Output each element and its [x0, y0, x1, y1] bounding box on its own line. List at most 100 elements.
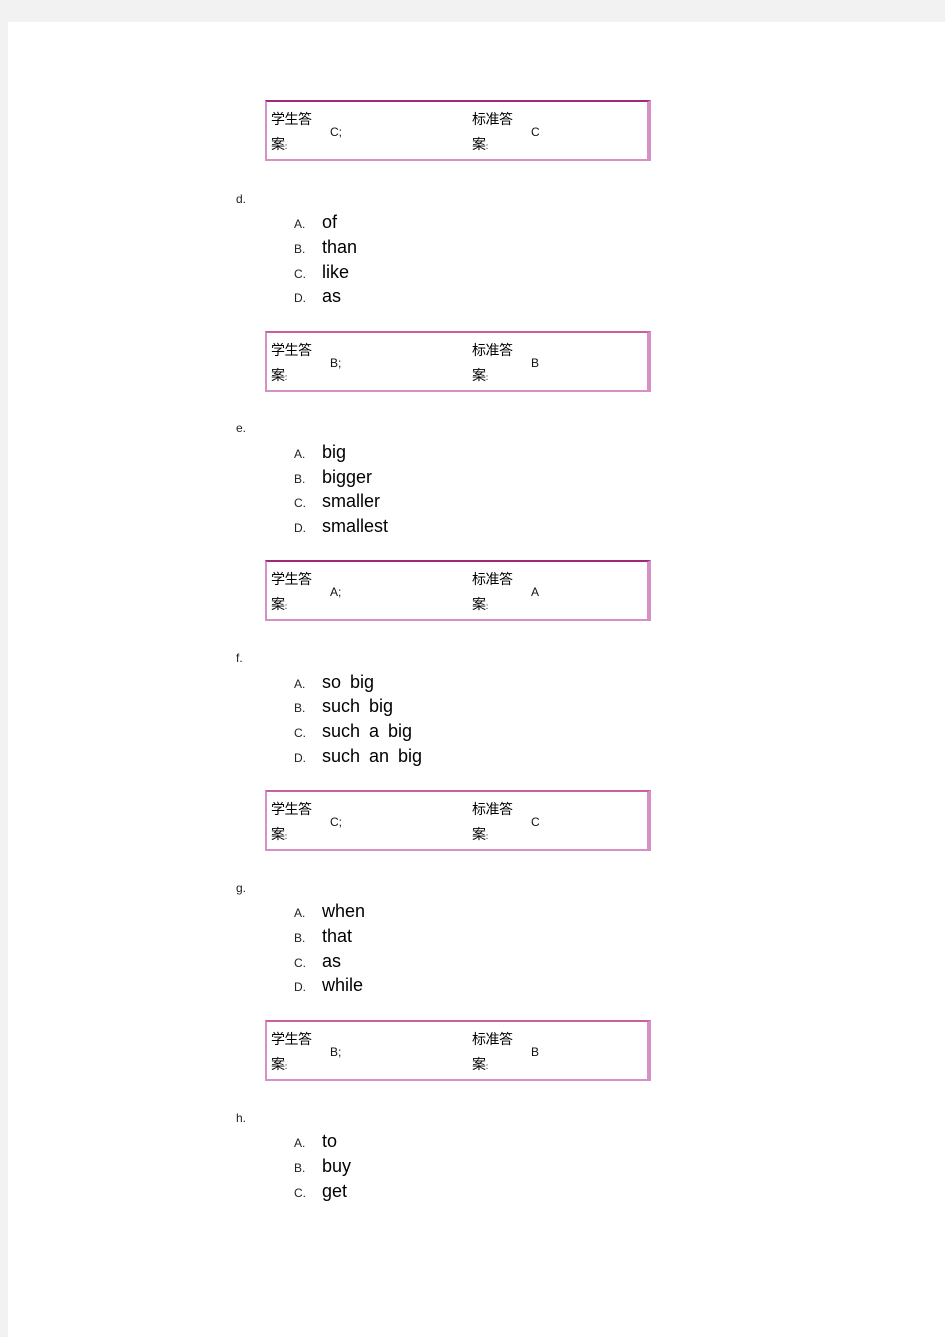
student-answer-label-line1: 学生答: [271, 112, 312, 128]
option-text: such a big: [322, 721, 413, 741]
option-text: buy: [322, 1156, 352, 1176]
option-e-a[interactable]: A. big: [294, 442, 346, 466]
option-e-c[interactable]: C. smaller: [294, 491, 380, 515]
standard-answer-label-line1: 标准答: [472, 1032, 513, 1048]
option-text: such an big: [322, 746, 423, 766]
standard-answer-label: 标准答 案:: [472, 798, 518, 850]
student-answer-value: A;: [330, 585, 342, 599]
standard-answer-label-line2: 案: [472, 597, 486, 613]
student-answer-label-line2: 案: [271, 597, 285, 613]
question-label-h: h.: [236, 1111, 247, 1125]
option-e-d[interactable]: D. smallest: [294, 516, 388, 540]
colon: :: [284, 602, 288, 612]
option-letter: C.: [294, 956, 306, 970]
standard-answer-label-line1: 标准答: [472, 112, 513, 128]
standard-answer-label: 标准答案:: [472, 568, 518, 620]
colon: :: [485, 1062, 489, 1072]
option-e-b[interactable]: B. bigger: [294, 467, 372, 491]
standard-answer-value: A: [531, 585, 540, 599]
option-text: when: [322, 901, 366, 921]
answer-box-d: 学生答 案: B; 标准答 案: B: [265, 331, 651, 392]
student-answer-label-line1: 学生答: [271, 572, 312, 588]
student-answer-label: 学生答案:: [271, 1028, 317, 1080]
option-letter: A.: [294, 1136, 306, 1150]
option-f-b[interactable]: B. such big: [294, 696, 393, 720]
option-text: as: [322, 951, 342, 971]
colon: :: [485, 602, 489, 612]
option-g-d[interactable]: D. while: [294, 975, 363, 999]
standard-answer-label-line1: 标准答: [472, 343, 513, 359]
student-answer-value: C;: [330, 125, 342, 139]
standard-answer-label: 标准答 案:: [472, 108, 518, 160]
student-answer-label-line2: 案: [271, 1057, 285, 1073]
option-text: that: [322, 926, 353, 946]
option-letter: D.: [294, 980, 306, 994]
option-text: of: [322, 212, 338, 232]
student-answer-label-line1: 学生答: [271, 343, 312, 359]
option-text: smallest: [322, 516, 389, 536]
option-letter: D.: [294, 751, 306, 765]
option-letter: A.: [294, 447, 306, 461]
option-text: as: [322, 286, 342, 306]
option-d-c[interactable]: C. like: [294, 262, 349, 286]
option-text: so big: [322, 672, 375, 692]
student-answer-label-line1: 学生答: [271, 802, 312, 818]
student-answer-label-line2: 案: [271, 368, 285, 384]
standard-answer-label: 标准答 案:: [472, 339, 518, 391]
option-letter: D.: [294, 291, 306, 305]
option-text: than: [322, 237, 358, 257]
option-f-a[interactable]: A. so big: [294, 672, 374, 696]
question-label-e: e.: [236, 421, 247, 435]
answer-box-c: 学生答案: C; 标准答案: C: [265, 100, 651, 161]
standard-answer-value: C: [531, 125, 540, 139]
option-text: like: [322, 262, 350, 282]
option-f-d[interactable]: D. such an big: [294, 746, 422, 770]
option-text: smaller: [322, 491, 381, 511]
option-text: to: [322, 1131, 338, 1151]
option-g-a[interactable]: A. when: [294, 901, 365, 925]
student-answer-label: 学生答案:: [271, 798, 317, 850]
standard-answer-value: B: [531, 1045, 540, 1059]
standard-answer-label-line2: 案: [472, 368, 486, 384]
standard-answer-label-line1: 标准答: [472, 802, 513, 818]
answer-box-f: 学生答案: C; 标准答 案: C: [265, 790, 651, 851]
standard-answer-label-line2: 案: [472, 1057, 486, 1073]
colon: :: [284, 142, 288, 152]
option-letter: A.: [294, 217, 306, 231]
standard-answer-label-line1: 标准答: [472, 572, 513, 588]
student-answer-label: 学生答 案:: [271, 339, 317, 391]
student-answer-value: C;: [330, 815, 342, 829]
answer-box-g: 学生答 案: B; 标准答 案: B: [265, 1020, 651, 1081]
option-letter: C.: [294, 496, 306, 510]
option-f-c[interactable]: C. such a big: [294, 721, 412, 745]
option-text: get: [322, 1181, 348, 1201]
option-letter: B.: [294, 472, 306, 486]
student-answer-value: B;: [330, 356, 342, 370]
option-g-b[interactable]: B. that: [294, 926, 352, 950]
option-h-b[interactable]: B. buy: [294, 1156, 351, 1180]
option-h-a[interactable]: A. to: [294, 1131, 337, 1155]
option-letter: C.: [294, 1186, 306, 1200]
student-answer-label-line2: 案: [271, 137, 285, 153]
colon: :: [284, 832, 288, 842]
student-answer-label: 学生答案:: [271, 108, 317, 160]
option-text: such big: [322, 696, 394, 716]
option-letter: D.: [294, 521, 306, 535]
question-label-g: g.: [236, 881, 247, 895]
student-answer-label-line1: 学生答: [271, 1032, 312, 1048]
option-letter: C.: [294, 267, 306, 281]
option-d-a[interactable]: A. of: [294, 212, 337, 236]
standard-answer-value: C: [531, 815, 540, 829]
student-answer-label-line2: 案: [271, 827, 285, 843]
option-h-c[interactable]: C. get: [294, 1181, 347, 1205]
option-letter: B.: [294, 1161, 306, 1175]
document-page: [8, 22, 945, 1337]
standard-answer-label-line2: 案: [472, 137, 486, 153]
option-d-d[interactable]: D. as: [294, 286, 341, 310]
colon: :: [284, 1062, 288, 1072]
option-text: while: [322, 975, 364, 995]
option-g-c[interactable]: C. as: [294, 951, 341, 975]
standard-answer-value: B: [531, 356, 540, 370]
option-letter: A.: [294, 677, 306, 691]
option-d-b[interactable]: B. than: [294, 237, 357, 261]
